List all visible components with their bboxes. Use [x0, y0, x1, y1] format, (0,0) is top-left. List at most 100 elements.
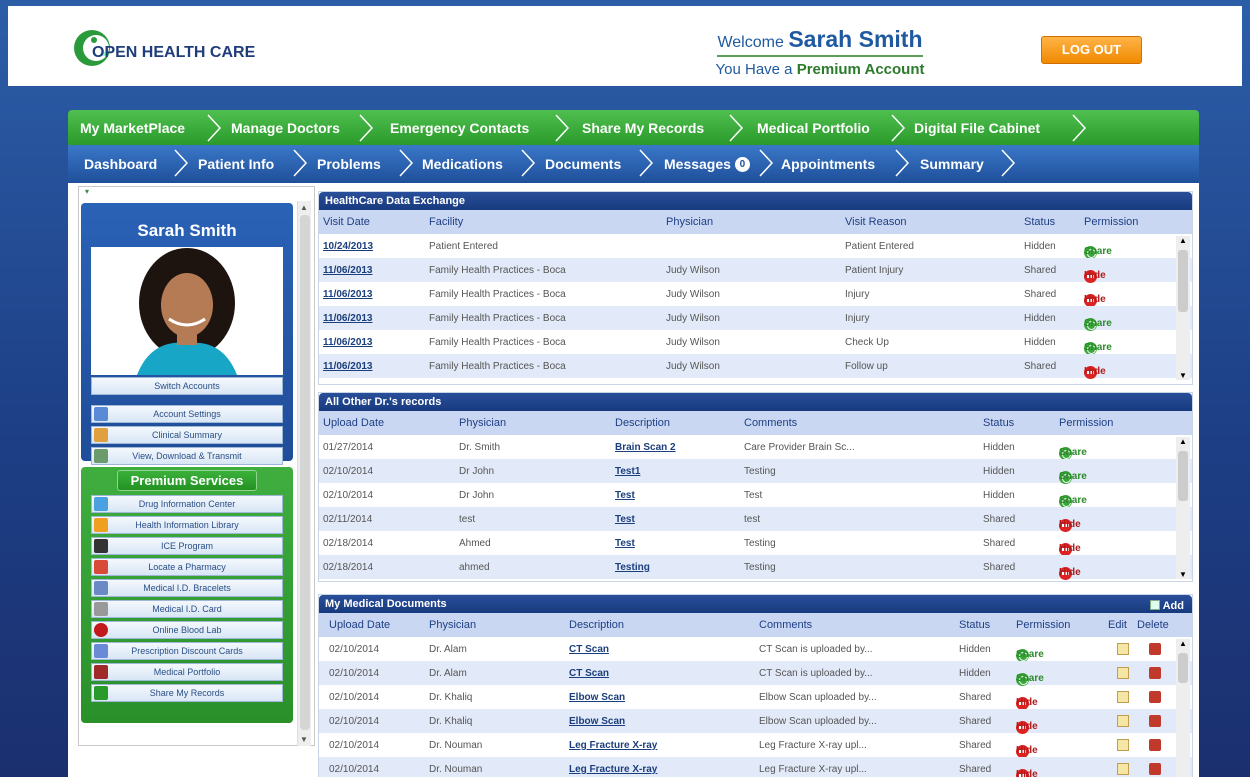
- delete-icon[interactable]: [1149, 739, 1161, 751]
- col-permission[interactable]: Permission: [1084, 216, 1138, 228]
- discount-cards-link[interactable]: Prescription Discount Cards: [91, 642, 283, 660]
- col-status[interactable]: Status: [959, 619, 990, 631]
- edit-icon[interactable]: [1117, 715, 1129, 727]
- ice-program-link[interactable]: ICE Program: [91, 537, 283, 555]
- bracelets-link[interactable]: Medical I.D. Bracelets: [91, 579, 283, 597]
- col-delete[interactable]: Delete: [1137, 619, 1169, 631]
- description-link[interactable]: CT Scan: [569, 668, 609, 679]
- drug-info-link[interactable]: Drug Information Center: [91, 495, 283, 513]
- scroll-thumb[interactable]: [1178, 653, 1188, 683]
- col-upload-date[interactable]: Upload Date: [323, 417, 384, 429]
- visit-date-link[interactable]: 10/24/2013: [323, 241, 373, 252]
- table-row: 02/10/2014 Dr John Test Test Hidden Share: [319, 483, 1192, 508]
- clinical-summary-link[interactable]: Clinical Summary: [91, 426, 283, 444]
- other-scrollbar[interactable]: ▲ ▼: [1176, 437, 1190, 579]
- description-link[interactable]: Leg Fracture X-ray: [569, 764, 657, 775]
- locate-pharmacy-link[interactable]: Locate a Pharmacy: [91, 558, 283, 576]
- docs-scrollbar[interactable]: ▲: [1176, 639, 1190, 777]
- switch-accounts-button[interactable]: Switch Accounts: [91, 377, 283, 395]
- tab-appointments[interactable]: Appointments: [781, 145, 875, 183]
- nav-emergency-contacts[interactable]: Emergency Contacts: [390, 110, 529, 145]
- medical-portfolio-link[interactable]: Medical Portfolio: [91, 663, 283, 681]
- edit-icon[interactable]: [1117, 739, 1129, 751]
- nav-marketplace[interactable]: My MarketPlace: [80, 110, 185, 145]
- scroll-down-icon[interactable]: ▼: [1179, 570, 1187, 579]
- collapse-icon[interactable]: ▾: [85, 187, 89, 196]
- col-visit-reason[interactable]: Visit Reason: [845, 216, 907, 228]
- table-row: 11/06/2013 Family Health Practices - Boca…: [319, 282, 1192, 307]
- scroll-up-icon[interactable]: ▲: [1179, 437, 1187, 446]
- view-download-link[interactable]: View, Download & Transmit: [91, 447, 283, 465]
- col-upload-date[interactable]: Upload Date: [329, 619, 390, 631]
- table-row: 11/06/2013 Family Health Practices - Boca…: [319, 330, 1192, 355]
- col-comments[interactable]: Comments: [744, 417, 797, 429]
- tab-problems[interactable]: Problems: [317, 145, 381, 183]
- col-visit-date[interactable]: Visit Date: [323, 216, 370, 228]
- description-link[interactable]: Leg Fracture X-ray: [569, 740, 657, 751]
- tab-patient-info[interactable]: Patient Info: [198, 145, 274, 183]
- tab-summary[interactable]: Summary: [920, 145, 984, 183]
- col-facility[interactable]: Facility: [429, 216, 463, 228]
- scroll-thumb[interactable]: [1178, 451, 1188, 501]
- edit-icon[interactable]: [1117, 691, 1129, 703]
- delete-icon[interactable]: [1149, 715, 1161, 727]
- visit-date-link[interactable]: 11/06/2013: [323, 361, 373, 372]
- account-settings-link[interactable]: Account Settings: [91, 405, 283, 423]
- scroll-up-icon[interactable]: ▲: [1179, 639, 1187, 648]
- description-link[interactable]: Test: [615, 490, 635, 501]
- blood-lab-link[interactable]: Online Blood Lab: [91, 621, 283, 639]
- visit-date-link[interactable]: 11/06/2013: [323, 265, 373, 276]
- delete-icon[interactable]: [1149, 643, 1161, 655]
- nav-manage-doctors[interactable]: Manage Doctors: [231, 110, 340, 145]
- tab-dashboard[interactable]: Dashboard: [84, 145, 157, 183]
- sidebar-scrollbar[interactable]: ▲ ▼: [297, 201, 311, 746]
- share-records-link[interactable]: Share My Records: [91, 684, 283, 702]
- edit-icon[interactable]: [1117, 667, 1129, 679]
- col-status[interactable]: Status: [1024, 216, 1055, 228]
- scroll-thumb[interactable]: [1178, 250, 1188, 312]
- description-link[interactable]: Test: [615, 538, 635, 549]
- delete-icon[interactable]: [1149, 763, 1161, 775]
- description-link[interactable]: Brain Scan 2: [615, 442, 676, 453]
- add-label: Add: [1162, 600, 1184, 612]
- delete-icon[interactable]: [1149, 691, 1161, 703]
- logout-button[interactable]: LOG OUT: [1041, 36, 1142, 64]
- nav-digital-cabinet[interactable]: Digital File Cabinet: [914, 110, 1040, 145]
- scroll-down-icon[interactable]: ▼: [300, 735, 308, 744]
- edit-icon[interactable]: [1117, 643, 1129, 655]
- hde-scrollbar[interactable]: ▲ ▼: [1176, 236, 1190, 380]
- col-description[interactable]: Description: [615, 417, 670, 429]
- col-description[interactable]: Description: [569, 619, 624, 631]
- description-link[interactable]: Test: [615, 514, 635, 525]
- visit-date-link[interactable]: 11/06/2013: [323, 313, 373, 324]
- description-link[interactable]: Elbow Scan: [569, 692, 625, 703]
- col-permission[interactable]: Permission: [1016, 619, 1070, 631]
- nav-medical-portfolio[interactable]: Medical Portfolio: [757, 110, 870, 145]
- scroll-thumb[interactable]: [300, 215, 310, 730]
- scroll-up-icon[interactable]: ▲: [300, 203, 308, 212]
- edit-icon[interactable]: [1117, 763, 1129, 775]
- visit-date-link[interactable]: 11/06/2013: [323, 289, 373, 300]
- tab-messages[interactable]: Messages 0: [664, 145, 750, 183]
- delete-icon[interactable]: [1149, 667, 1161, 679]
- description-link[interactable]: Test1: [615, 466, 640, 477]
- description-link[interactable]: Testing: [615, 562, 650, 573]
- description-link[interactable]: Elbow Scan: [569, 716, 625, 727]
- scroll-up-icon[interactable]: ▲: [1179, 236, 1187, 245]
- id-card-link[interactable]: Medical I.D. Card: [91, 600, 283, 618]
- col-edit[interactable]: Edit: [1108, 619, 1127, 631]
- col-comments[interactable]: Comments: [759, 619, 812, 631]
- visit-date-link[interactable]: 11/06/2013: [323, 337, 373, 348]
- health-library-link[interactable]: Health Information Library: [91, 516, 283, 534]
- tab-documents[interactable]: Documents: [545, 145, 621, 183]
- col-physician[interactable]: Physician: [429, 619, 476, 631]
- col-physician[interactable]: Physician: [459, 417, 506, 429]
- scroll-down-icon[interactable]: ▼: [1179, 371, 1187, 380]
- nav-share-records[interactable]: Share My Records: [582, 110, 704, 145]
- col-physician[interactable]: Physician: [666, 216, 713, 228]
- status-cell: Hidden: [983, 442, 1015, 453]
- description-link[interactable]: CT Scan: [569, 644, 609, 655]
- col-status[interactable]: Status: [983, 417, 1014, 429]
- tab-medications[interactable]: Medications: [422, 145, 503, 183]
- col-permission[interactable]: Permission: [1059, 417, 1113, 429]
